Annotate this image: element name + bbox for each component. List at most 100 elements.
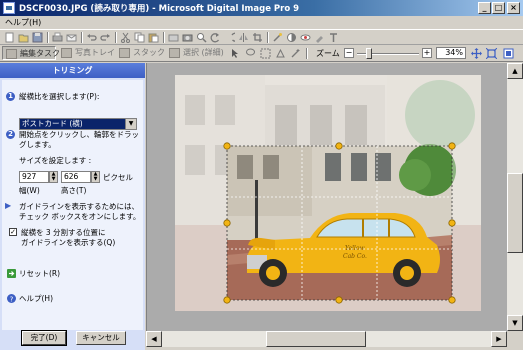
menu-help[interactable]: ヘルプ(H)	[5, 17, 41, 28]
zoom-value-field[interactable]: 34%	[436, 47, 466, 59]
red-eye-icon[interactable]	[300, 32, 311, 43]
tab-photo-tray[interactable]: 写真トレイ	[58, 46, 115, 60]
panel-title: トリミング	[0, 63, 145, 78]
fit-to-window-icon[interactable]	[486, 48, 497, 59]
toolbar-separator	[267, 32, 269, 43]
crop-handle	[223, 219, 231, 227]
aspect-ratio-select[interactable]: ポストカード (横) ▼	[19, 118, 137, 130]
cut-icon[interactable]	[120, 32, 131, 43]
step-1-text: 縦横比を選択します(P):	[19, 92, 100, 101]
rotate-right-icon[interactable]	[224, 32, 235, 43]
crop-icon[interactable]	[252, 32, 263, 43]
photo-tray-icon	[61, 48, 72, 58]
brush-icon[interactable]	[314, 32, 325, 43]
scroll-left-button[interactable]: ◀	[146, 331, 162, 347]
toolbar-separator	[47, 32, 49, 43]
undo-icon[interactable]	[86, 32, 97, 43]
standard-toolbar	[0, 29, 523, 45]
vertical-scroll-thumb[interactable]	[507, 173, 523, 253]
minimize-button[interactable]: _	[478, 2, 491, 14]
thirds-guide-label-line1: 縦横を 3 分割する位置に	[21, 228, 106, 237]
actual-size-icon[interactable]	[503, 48, 514, 59]
taxi-text-line2: Cab Co.	[343, 253, 367, 260]
step-1-badge: 1	[6, 92, 15, 101]
height-input[interactable]: 626	[61, 171, 91, 183]
pointer-icon[interactable]	[230, 48, 241, 59]
lasso-icon[interactable]	[245, 48, 256, 59]
guide-text-line2: チェック ボックスをオンにします。	[19, 212, 141, 221]
zoom-in-button[interactable]: +	[422, 48, 432, 58]
zoom-out-button[interactable]: −	[344, 48, 354, 58]
crop-handle	[448, 219, 456, 227]
help-link[interactable]: ヘルプ(H)	[19, 294, 53, 303]
step-2-text-line1: 開始点をクリックし、輪郭をドラッ	[19, 130, 139, 139]
flip-icon[interactable]	[238, 32, 249, 43]
height-spinner[interactable]: ▲ ▼	[91, 171, 100, 183]
zoom-label: ズーム	[316, 49, 340, 58]
crop-handle	[335, 296, 343, 304]
horizontal-scrollbar[interactable]: ◀ ▶	[146, 331, 507, 347]
expand-arrow-icon[interactable]: ▶	[5, 202, 13, 210]
paste-icon[interactable]	[148, 32, 159, 43]
close-button[interactable]: ×	[507, 2, 520, 14]
height-label: 高さ(T)	[61, 186, 87, 195]
vertical-scrollbar[interactable]: ▲ ▼	[507, 63, 523, 331]
app-icon[interactable]	[3, 2, 15, 14]
magic-wand-icon[interactable]	[290, 48, 301, 59]
pan-icon[interactable]	[471, 48, 482, 59]
dropdown-arrow-icon[interactable]: ▼	[125, 119, 136, 129]
open-icon[interactable]	[18, 32, 29, 43]
tab-edit-tasks[interactable]: 編集タスク	[2, 46, 60, 60]
scroll-down-button[interactable]: ▼	[507, 315, 523, 331]
reset-link[interactable]: リセット(R)	[19, 269, 60, 278]
thirds-guide-label-line2: ガイドラインを表示する(Q)	[21, 238, 116, 247]
image-workspace[interactable]: Yellow Cab Co.	[146, 63, 507, 331]
photo-canvas[interactable]: Yellow Cab Co.	[175, 75, 481, 311]
menu-bar: ヘルプ(H)	[0, 16, 523, 29]
crop-handle	[448, 296, 456, 304]
toolbar-separator	[115, 32, 117, 43]
size-label: サイズを設定します :	[19, 156, 92, 165]
zoom-in-icon[interactable]	[196, 32, 207, 43]
toolbar-separator	[163, 32, 165, 43]
cancel-button[interactable]: キャンセル	[76, 331, 126, 345]
done-button[interactable]: 完了(D)	[21, 330, 67, 346]
window-title: DSCF0030.JPG (読み取り専用) - Microsoft Digita…	[19, 4, 300, 14]
step-2-text-line2: グします。	[19, 140, 56, 149]
width-spinner[interactable]: ▲ ▼	[49, 171, 58, 183]
select-detail-icon	[169, 48, 180, 58]
print-icon[interactable]	[52, 32, 63, 43]
scroll-up-button[interactable]: ▲	[507, 63, 523, 79]
edit-tasks-icon	[6, 49, 17, 59]
toolbar-separator	[81, 32, 83, 43]
crop-task-panel: トリミング 1 縦横比を選択します(P): ポストカード (横) ▼ 2 開始点…	[0, 63, 145, 350]
maximize-button[interactable]: □	[492, 2, 505, 14]
tab-select-detail[interactable]: 選択 (詳細)	[166, 46, 224, 60]
new-icon[interactable]	[4, 32, 15, 43]
rotate-left-icon[interactable]	[210, 32, 221, 43]
email-icon[interactable]	[66, 32, 77, 43]
text-icon[interactable]	[328, 32, 339, 43]
save-icon[interactable]	[32, 32, 43, 43]
redo-icon[interactable]	[100, 32, 111, 43]
auto-fix-icon[interactable]	[272, 32, 283, 43]
photo-image[interactable]: Yellow Cab Co.	[175, 75, 481, 311]
reset-icon[interactable]	[7, 269, 16, 278]
toolbar-separator	[306, 48, 308, 59]
shape-select-icon[interactable]	[275, 48, 286, 59]
crop-handle	[223, 296, 231, 304]
tab-stack[interactable]: スタック	[116, 46, 165, 60]
unit-label: ピクセル	[103, 173, 133, 182]
width-input[interactable]: 927	[19, 171, 49, 183]
contrast-icon[interactable]	[286, 32, 297, 43]
horizontal-scroll-thumb[interactable]	[266, 331, 366, 347]
zoom-slider-thumb[interactable]	[366, 48, 372, 59]
scan-icon[interactable]	[168, 32, 179, 43]
help-icon[interactable]: ?	[7, 294, 16, 303]
copy-icon[interactable]	[134, 32, 145, 43]
camera-icon[interactable]	[182, 32, 193, 43]
panel-body: 1 縦横比を選択します(P): ポストカード (横) ▼ 2 開始点をクリックし…	[2, 80, 143, 330]
thirds-guide-checkbox[interactable]: ✓	[9, 228, 17, 236]
freeform-select-icon[interactable]	[260, 48, 271, 59]
scroll-right-button[interactable]: ▶	[491, 331, 507, 347]
